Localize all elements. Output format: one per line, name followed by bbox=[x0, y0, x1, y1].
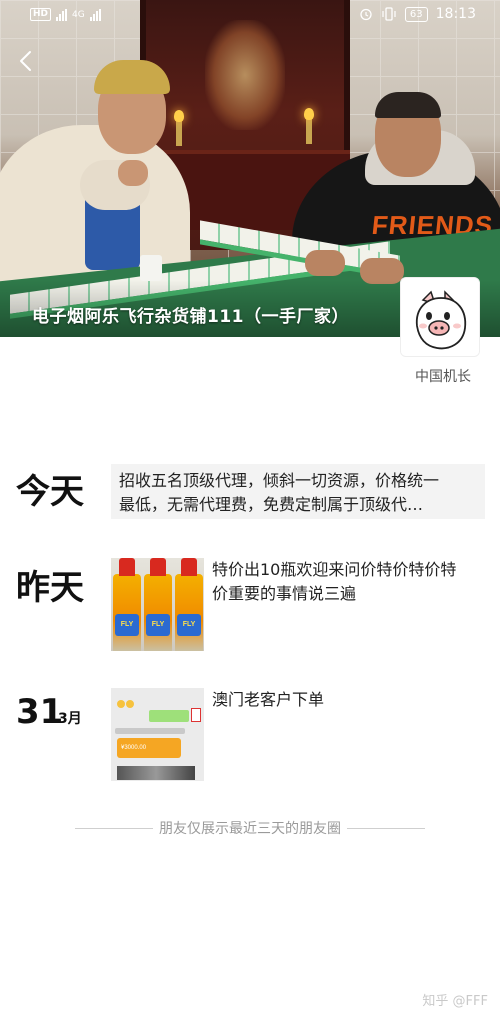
post-text-line: 澳门老客户下单 bbox=[212, 690, 325, 709]
cup bbox=[140, 255, 162, 281]
person-right-hand bbox=[305, 250, 345, 276]
hd-badge: HD bbox=[30, 8, 52, 21]
visibility-limit-note: 朋友仅展示最近三天的朋友圈 bbox=[75, 818, 425, 838]
back-arrow-icon[interactable] bbox=[14, 48, 40, 74]
divider bbox=[75, 827, 153, 829]
vibrate-icon bbox=[382, 7, 396, 21]
candle bbox=[174, 110, 184, 146]
avatar[interactable] bbox=[400, 277, 480, 357]
status-bar: HD 4G 63 18:13 bbox=[0, 0, 500, 30]
day-label: 昨天 bbox=[16, 568, 84, 608]
signal-icon bbox=[89, 8, 101, 21]
moment-post: 今天 招收五名顶级代理，倾斜一切资源，价格统一 最低，无需代理费，免费定制属于顶… bbox=[0, 464, 500, 524]
chat-avatar bbox=[191, 708, 201, 722]
chat-bubble bbox=[149, 710, 189, 722]
day-label: 今天 bbox=[16, 472, 84, 512]
person-right-hair bbox=[375, 92, 441, 118]
chat-image bbox=[117, 766, 195, 780]
shrine-statue bbox=[205, 20, 285, 130]
signal-icon bbox=[56, 8, 68, 21]
alarm-icon bbox=[360, 8, 372, 21]
post-text[interactable]: 澳门老客户下单 bbox=[212, 688, 492, 712]
post-text-box[interactable]: 招收五名顶级代理，倾斜一切资源，价格统一 最低，无需代理费，免费定制属于顶级代… bbox=[111, 464, 485, 519]
post-text-line: 招收五名顶级代理，倾斜一切资源，价格统一 bbox=[119, 471, 440, 490]
moment-post: 31 3月 ¥3000.00 澳门老客户下单 bbox=[0, 688, 500, 783]
emoji-icon bbox=[126, 700, 134, 708]
day-number: 31 bbox=[16, 692, 64, 732]
bottle-label: FLY bbox=[146, 614, 170, 636]
post-text[interactable]: 特价出10瓶欢迎来问价特价特价特 价重要的事情说三遍 bbox=[212, 558, 492, 606]
pig-avatar-icon bbox=[401, 278, 479, 356]
album-title: 电子烟阿乐飞行杂货铺111（一手厂家） bbox=[32, 307, 349, 327]
owner-name: 中国机长 bbox=[415, 369, 471, 385]
chat-line bbox=[115, 728, 185, 734]
emoji-icon bbox=[117, 700, 125, 708]
bottle: FLY bbox=[144, 558, 172, 651]
day-month: 3月 bbox=[58, 711, 82, 727]
transfer-card: ¥3000.00 bbox=[117, 738, 181, 758]
network-type: 4G bbox=[72, 9, 85, 20]
person-left-hand bbox=[118, 160, 148, 186]
battery-icon: 63 bbox=[404, 6, 428, 22]
post-text-line: 最低，无需代理费，免费定制属于顶级代… bbox=[119, 495, 424, 514]
post-text-line: 特价出10瓶欢迎来问价特价特价特 bbox=[212, 560, 457, 579]
post-thumbnail[interactable]: ¥3000.00 bbox=[111, 688, 204, 781]
limit-note-text: 朋友仅展示最近三天的朋友圈 bbox=[159, 821, 341, 837]
watermark: 知乎 @FFF bbox=[422, 994, 488, 1009]
bottle-label: FLY bbox=[177, 614, 201, 636]
post-text-line: 价重要的事情说三遍 bbox=[212, 584, 357, 603]
post-thumbnail[interactable]: FLY FLY FLY bbox=[111, 558, 204, 651]
bottle: FLY bbox=[175, 558, 203, 651]
candle bbox=[304, 108, 314, 144]
status-left: HD 4G bbox=[30, 8, 101, 21]
status-time: 18:13 bbox=[435, 6, 476, 22]
bottle-label: FLY bbox=[115, 614, 139, 636]
moment-post: 昨天 FLY FLY FLY 特价出10瓶欢迎来问价特价特价特 价重要的事情说三… bbox=[0, 558, 500, 653]
bottle: FLY bbox=[113, 558, 141, 651]
divider bbox=[347, 827, 425, 829]
status-right: 63 18:13 bbox=[359, 6, 476, 22]
